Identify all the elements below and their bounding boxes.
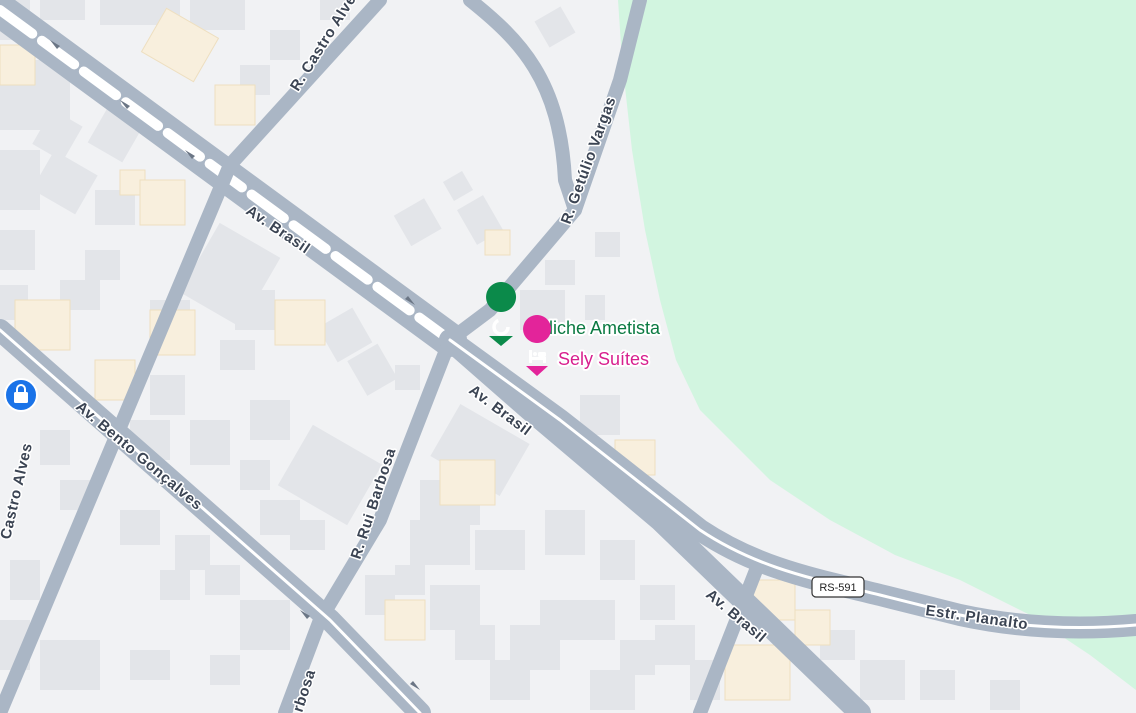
route-shield-label: RS-591 [819,582,856,594]
map-canvas[interactable]: Av. Brasil Av. Brasil Av. Brasil R. Cast… [0,0,1136,713]
map-svg[interactable]: Av. Brasil Av. Brasil Av. Brasil R. Cast… [0,0,1136,713]
route-shield: RS-591 [811,576,865,598]
shop-marker[interactable] [4,378,38,412]
poi-label-sely-suites: Sely Suítes [558,349,649,369]
